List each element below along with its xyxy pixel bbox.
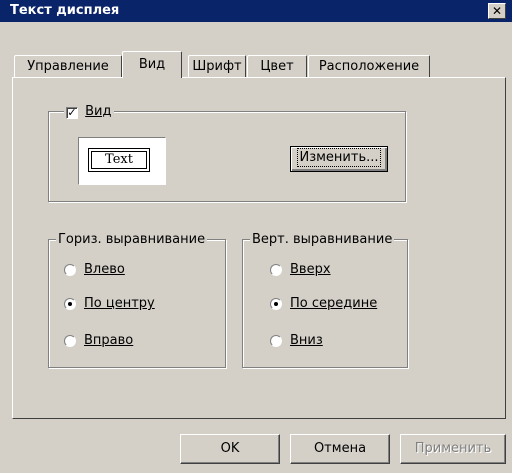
close-button[interactable]: ✕ bbox=[488, 3, 506, 19]
ok-button-label: OK bbox=[220, 441, 240, 456]
cancel-button-label: Отмена bbox=[313, 441, 367, 456]
radio-label: Вправо bbox=[84, 333, 134, 348]
radio-label: Влево bbox=[84, 262, 125, 277]
change-button-label: Изменить... bbox=[297, 148, 381, 167]
radio-button[interactable] bbox=[64, 264, 76, 276]
tab-label: Цвет bbox=[260, 59, 294, 74]
radio-button[interactable] bbox=[64, 335, 76, 347]
radio-label: По середине bbox=[290, 296, 378, 311]
tab-color[interactable]: Цвет bbox=[247, 55, 307, 77]
tab-label: Вид bbox=[138, 57, 166, 72]
view-checkbox-row[interactable]: ✓ Вид bbox=[64, 104, 114, 120]
cancel-button[interactable]: Отмена bbox=[290, 434, 390, 464]
radio-button[interactable] bbox=[64, 298, 76, 310]
tab-font[interactable]: Шрифт bbox=[188, 55, 246, 77]
text-preview: Text bbox=[88, 148, 150, 172]
check-icon: ✓ bbox=[67, 106, 77, 119]
view-checkbox[interactable]: ✓ bbox=[66, 107, 78, 119]
change-button[interactable]: Изменить... bbox=[290, 146, 388, 172]
tab-label: Управление bbox=[27, 59, 109, 74]
radio-label: Вниз bbox=[290, 333, 323, 348]
radio-label: По центру bbox=[84, 296, 155, 311]
apply-button-label: Применить bbox=[414, 441, 492, 456]
tab-label: Шрифт bbox=[192, 59, 242, 74]
radio-button[interactable] bbox=[270, 335, 282, 347]
preview-text: Text bbox=[91, 151, 147, 169]
window-title: Текст дисплея bbox=[10, 3, 120, 18]
apply-button[interactable]: Применить bbox=[400, 434, 506, 464]
view-checkbox-label: Вид bbox=[85, 104, 112, 119]
radio-label: Вверх bbox=[290, 262, 331, 277]
tab-view[interactable]: Вид bbox=[122, 51, 182, 78]
tab-layout[interactable]: Расположение bbox=[308, 55, 430, 77]
radio-button[interactable] bbox=[270, 264, 282, 276]
close-icon: ✕ bbox=[491, 4, 503, 18]
tab-label: Расположение bbox=[318, 59, 420, 74]
horizontal-align-title: Гориз. выравнивание bbox=[56, 232, 208, 248]
vertical-align-title: Верт. выравнивание bbox=[250, 232, 395, 248]
ok-button[interactable]: OK bbox=[180, 434, 280, 464]
radio-button[interactable] bbox=[270, 298, 282, 310]
tab-management[interactable]: Управление bbox=[14, 55, 122, 77]
